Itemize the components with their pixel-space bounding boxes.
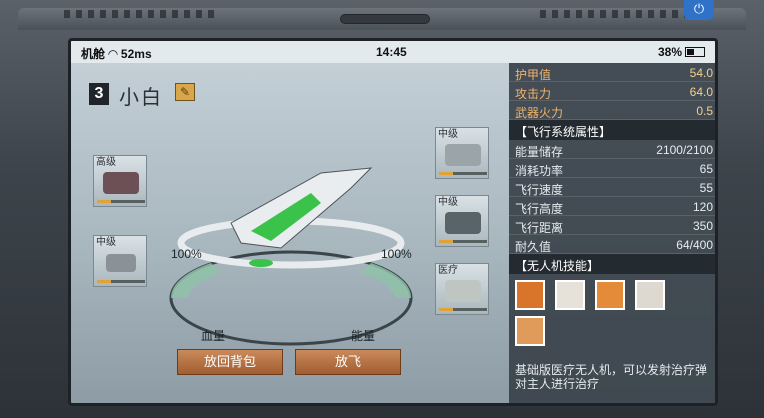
slot-number-badge: 3 xyxy=(89,83,109,105)
propeller-icon xyxy=(106,254,136,272)
stat-row: 消耗功率 65 xyxy=(509,159,715,178)
slot-level: 医疗 xyxy=(438,265,458,276)
stat-label: 消耗功率 xyxy=(515,164,564,178)
frame-notch xyxy=(340,14,430,24)
stat-label: 能量储存 xyxy=(515,145,564,159)
launch-button[interactable]: 放飞 xyxy=(295,349,401,375)
skill-medkit-icon[interactable] xyxy=(595,280,625,310)
wifi-icon: ◠ xyxy=(108,47,121,61)
stat-value: 64.0 xyxy=(689,85,713,99)
slot-progress xyxy=(97,200,145,203)
stat-row: 飞行高度 120 xyxy=(509,197,715,216)
status-right: 38% xyxy=(658,45,705,59)
battery-icon xyxy=(685,47,705,57)
slot-progress xyxy=(97,280,145,283)
stat-label: 飞行速度 xyxy=(515,183,564,197)
slot-progress xyxy=(439,172,487,175)
stat-value: 350 xyxy=(692,219,713,233)
stat-value: 54.0 xyxy=(689,66,713,80)
status-left: 机舱 ◠ 52ms xyxy=(81,45,152,62)
energy-percent: 100% xyxy=(381,247,412,261)
frame-vent-right xyxy=(540,10,690,18)
edit-name-icon[interactable]: ✎ xyxy=(175,83,195,101)
stat-row: 攻击力 64.0 xyxy=(509,82,715,101)
skill-bandage-icon[interactable] xyxy=(515,316,545,346)
engine-icon xyxy=(445,144,481,166)
medical-module-icon xyxy=(445,280,481,302)
stat-row: 能量储存 2100/2100 xyxy=(509,140,715,159)
equip-slot-engine[interactable]: 中级 xyxy=(435,127,489,179)
drone-description: 基础版医疗无人机，可以发射治疗弹对主人进行治疗 xyxy=(515,363,708,389)
slot-level: 中级 xyxy=(438,197,458,208)
skill-burst-icon[interactable] xyxy=(635,280,665,310)
slot-level: 高级 xyxy=(96,157,116,168)
stat-label: 飞行距离 xyxy=(515,221,564,235)
radar-icon xyxy=(445,212,481,234)
stat-value: 65 xyxy=(699,162,713,176)
skill-lightning-icon[interactable] xyxy=(515,280,545,310)
health-percent: 100% xyxy=(171,247,202,261)
power-button[interactable]: ⏻ xyxy=(684,0,714,20)
tablet-screen: 机舱 ◠ 52ms 14:45 38% 3 小白 ✎ 高级 中级 中级 中级 医… xyxy=(68,38,718,406)
stat-value: 64/400 xyxy=(676,238,713,252)
return-to-bag-button[interactable]: 放回背包 xyxy=(177,349,283,375)
stat-label: 耐久值 xyxy=(515,240,552,254)
stat-value: 2100/2100 xyxy=(656,143,713,157)
flight-section-header: 【飞行系统属性】 xyxy=(509,120,715,140)
slot-level: 中级 xyxy=(96,237,116,248)
equip-slot-medical[interactable]: 医疗 xyxy=(435,263,489,315)
stat-label: 武器火力 xyxy=(515,106,564,120)
skills-grid xyxy=(509,274,715,350)
stat-label: 飞行高度 xyxy=(515,202,564,216)
slot-progress xyxy=(439,308,487,311)
clock: 14:45 xyxy=(376,45,407,59)
equip-slot-radar[interactable]: 中级 xyxy=(435,195,489,247)
tablet-frame: ⏻ 机舱 ◠ 52ms 14:45 38% 3 小白 ✎ 高级 中级 中级 中级… xyxy=(0,0,764,418)
status-bar: 机舱 ◠ 52ms 14:45 38% xyxy=(71,41,715,63)
stat-row: 耐久值 64/400 xyxy=(509,235,715,254)
battery-label: 38% xyxy=(657,45,682,59)
skills-section-header: 【无人机技能】 xyxy=(509,254,715,274)
stat-label: 护甲值 xyxy=(515,68,552,82)
drone-display xyxy=(169,167,413,346)
stats-panel: 护甲值 54.0 攻击力 64.0 武器火力 0.5 【飞行系统属性】 能量储存 210… xyxy=(509,63,715,403)
equip-slot-propeller[interactable]: 中级 xyxy=(93,235,147,287)
drone-light xyxy=(249,259,273,267)
stat-row: 武器火力 0.5 xyxy=(509,101,715,120)
energy-label: 能量 xyxy=(351,329,376,343)
signal-label: 52ms xyxy=(120,47,152,61)
carrier-label: 机舱 xyxy=(81,47,106,61)
stat-row: 护甲值 54.0 xyxy=(509,63,715,82)
health-label: 血量 xyxy=(201,329,226,343)
armor-icon xyxy=(103,172,139,194)
drone-panel: 3 小白 ✎ 高级 中级 中级 中级 医疗 100% 100% 血量 能量 放回… xyxy=(71,63,508,403)
stat-value: 0.5 xyxy=(696,104,713,118)
stat-value: 120 xyxy=(692,200,713,214)
slot-progress xyxy=(439,240,487,243)
stat-label: 攻击力 xyxy=(515,87,552,101)
slot-level: 中级 xyxy=(438,129,458,140)
equip-slot-armor[interactable]: 高级 xyxy=(93,155,147,207)
stat-row: 飞行距离 350 xyxy=(509,216,715,235)
frame-vent-left xyxy=(64,10,214,18)
skill-timer-icon[interactable] xyxy=(555,280,585,310)
drone-name: 小白 xyxy=(119,87,163,109)
stat-value: 55 xyxy=(699,181,713,195)
stat-row: 飞行速度 55 xyxy=(509,178,715,197)
